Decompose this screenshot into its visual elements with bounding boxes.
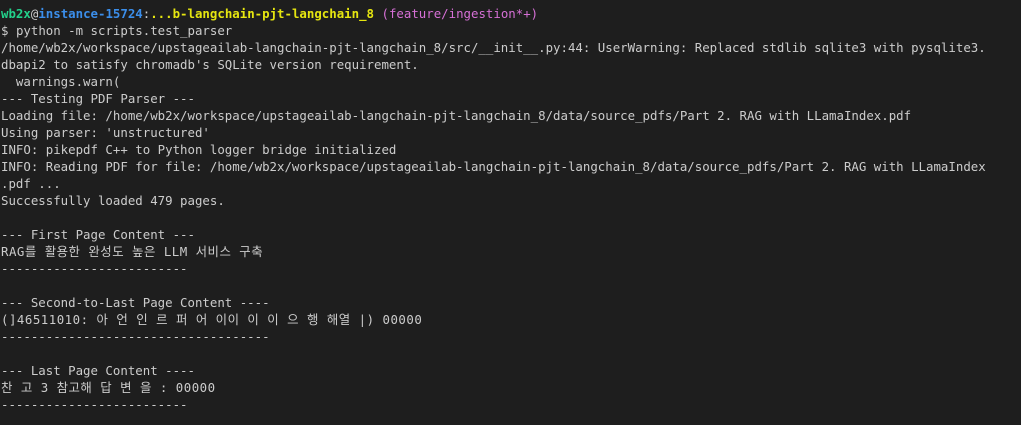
output-line: --- First Page Content --- — [1, 227, 195, 242]
output-line: INFO: Reading PDF for file: /home/wb2x/w… — [1, 159, 986, 174]
output-line: INFO: pikepdf C++ to Python logger bridg… — [1, 142, 397, 157]
prompt-line: wb2x@instance-15724:...b-langchain-pjt-l… — [1, 5, 1021, 22]
output-line: .pdf ... — [1, 176, 61, 191]
output-line: RAG를 활용한 완성도 높은 LLM 서비스 구축 — [1, 244, 264, 259]
output-line: --- Second-to-Last Page Content ---- — [1, 295, 270, 310]
prompt-user: wb2x — [1, 6, 31, 21]
output-line: dbapi2 to satisfy chromadb's SQLite vers… — [1, 57, 419, 72]
output-line: Successfully loaded 479 pages. — [1, 193, 225, 208]
prompt-host: instance-15724 — [38, 6, 143, 21]
terminal-window[interactable]: wb2x@instance-15724:...b-langchain-pjt-l… — [0, 0, 1021, 425]
output-line: warnings.warn( — [1, 74, 121, 89]
output-line: ------------------------------------ — [1, 329, 270, 344]
output-line: ------------------------- — [1, 397, 188, 412]
output-line: /home/wb2x/workspace/upstageailab-langch… — [1, 40, 986, 55]
output-line: 찬 고 3 참고해 답 변 을 : 00000 — [1, 380, 216, 395]
prompt-path: ...b-langchain-pjt-langchain_8 — [150, 6, 375, 21]
output-line: --- Testing PDF Parser --- — [1, 91, 195, 106]
output-line: --- Last Page Content ---- — [1, 363, 195, 378]
output-line: ------------------------- — [1, 261, 188, 276]
prompt-branch: (feature/ingestion*+) — [381, 6, 539, 21]
output-line: (]46511010: 아 언 인 르 퍼 어 이이 이 이 으 행 해열 |)… — [1, 312, 423, 327]
command-text: python -m scripts.test_parser — [15, 23, 233, 38]
command-line: $ python -m scripts.test_parser — [1, 22, 1021, 39]
output-line: Using parser: 'unstructured' — [1, 125, 210, 140]
prompt-symbol: $ — [1, 23, 9, 38]
output-line: Loading file: /home/wb2x/workspace/upsta… — [1, 108, 912, 123]
